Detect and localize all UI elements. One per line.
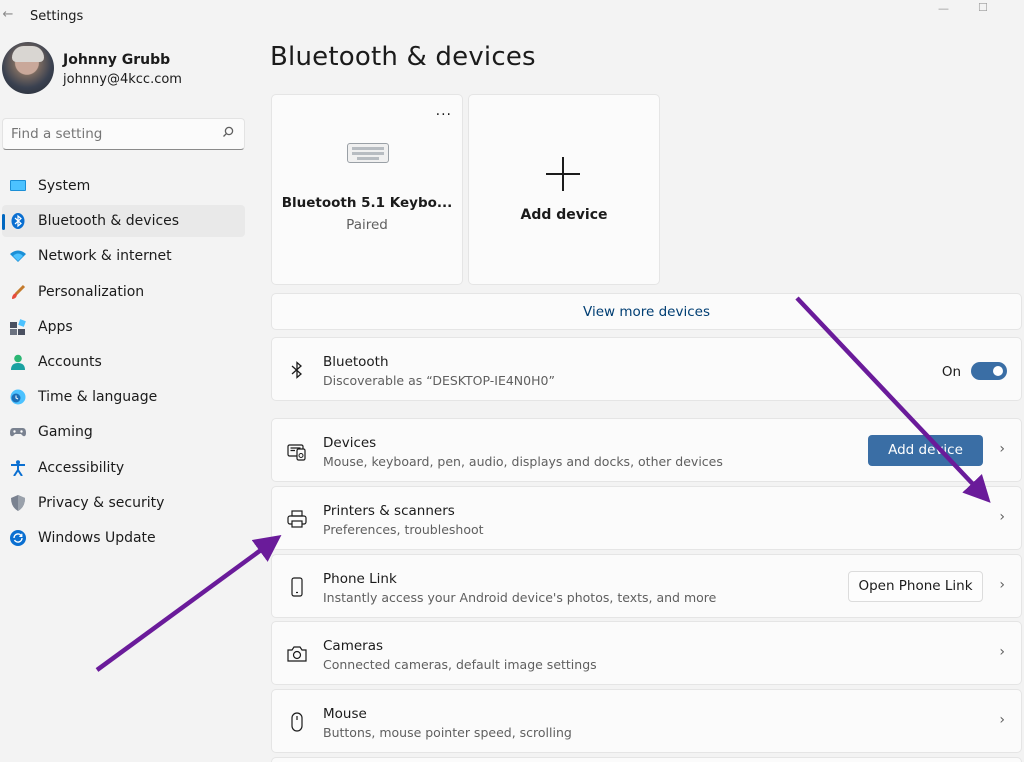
- sidebar-item-label: Time & language: [38, 389, 158, 406]
- sidebar-item-label: Network & internet: [38, 248, 172, 265]
- wifi-icon: [10, 250, 26, 263]
- chevron-right-icon[interactable]: ›: [999, 644, 1005, 660]
- sidebar-item-label: Accessibility: [38, 459, 125, 476]
- devices-title: Devices: [323, 435, 377, 451]
- bluetooth-icon: [11, 213, 25, 230]
- shield-icon: [11, 494, 25, 511]
- sidebar-item-label: Apps: [38, 318, 73, 335]
- person-icon: [11, 354, 25, 370]
- add-device-button[interactable]: Add device: [868, 435, 983, 466]
- add-device-tile[interactable]: Add device: [468, 94, 660, 285]
- bluetooth-icon: [291, 361, 302, 379]
- chevron-right-icon[interactable]: ›: [999, 712, 1005, 728]
- mouse-title: Mouse: [323, 706, 367, 722]
- sidebar-item-label: Gaming: [38, 424, 93, 441]
- plus-icon: [546, 157, 580, 191]
- search-input[interactable]: [11, 124, 211, 144]
- cameras-card[interactable]: Cameras Connected cameras, default image…: [271, 621, 1022, 685]
- sidebar-item-network[interactable]: Network & internet: [2, 240, 245, 272]
- sidebar-item-accounts[interactable]: Accounts: [2, 346, 245, 378]
- app-title: Settings: [30, 9, 84, 24]
- sidebar-item-windows-update[interactable]: Windows Update: [2, 522, 245, 554]
- mouse-icon: [291, 712, 303, 732]
- chevron-right-icon[interactable]: ›: [999, 577, 1005, 593]
- user-email: johnny@4kcc.com: [63, 72, 182, 87]
- monitor-icon: [10, 180, 26, 191]
- phone-link-subtitle: Instantly access your Android device's p…: [323, 590, 717, 605]
- device-tile-keyboard[interactable]: ... Bluetooth 5.1 Keybo... Paired: [271, 94, 463, 285]
- paintbrush-icon: [12, 284, 26, 299]
- printer-icon: [287, 510, 307, 528]
- mouse-card[interactable]: Mouse Buttons, mouse pointer speed, scro…: [271, 689, 1022, 753]
- sidebar-item-privacy[interactable]: Privacy & security: [2, 487, 245, 519]
- back-arrow-icon[interactable]: ←: [0, 7, 16, 22]
- sidebar-item-time-language[interactable]: Time & language: [2, 381, 245, 413]
- user-name: Johnny Grubb: [63, 52, 171, 68]
- arrow-to-printer-icon: [95, 535, 282, 672]
- page-title: Bluetooth & devices: [270, 42, 536, 72]
- update-icon: [10, 529, 26, 546]
- sidebar-item-label: System: [38, 178, 91, 194]
- chevron-right-icon[interactable]: ›: [999, 441, 1005, 457]
- printers-title: Printers & scanners: [323, 503, 455, 519]
- sidebar-item-accessibility[interactable]: Accessibility: [2, 452, 245, 484]
- cameras-title: Cameras: [323, 638, 384, 654]
- search-box[interactable]: [2, 118, 245, 150]
- open-phone-link-button[interactable]: Open Phone Link: [848, 571, 983, 602]
- globe-clock-icon: [10, 389, 26, 405]
- view-more-devices-button[interactable]: View more devices: [271, 293, 1022, 330]
- device-status: Paired: [346, 217, 388, 233]
- next-card-partial: [271, 757, 1022, 762]
- mouse-subtitle: Buttons, mouse pointer speed, scrolling: [323, 725, 572, 740]
- bluetooth-title: Bluetooth: [323, 354, 389, 370]
- gamepad-icon: [10, 428, 26, 437]
- printers-subtitle: Preferences, troubleshoot: [323, 522, 484, 537]
- camera-icon: [287, 646, 307, 662]
- toggle-state-label: On: [941, 364, 961, 380]
- sidebar-item-label: Windows Update: [38, 529, 156, 546]
- cameras-subtitle: Connected cameras, default image setting…: [323, 657, 597, 672]
- sidebar-item-label: Bluetooth & devices: [38, 213, 180, 230]
- avatar[interactable]: [2, 42, 54, 94]
- bluetooth-toggle[interactable]: [971, 362, 1007, 380]
- sidebar-item-bluetooth[interactable]: Bluetooth & devices: [2, 205, 245, 238]
- sidebar-item-label: Personalization: [38, 283, 145, 300]
- printers-card[interactable]: Printers & scanners Preferences, trouble…: [271, 486, 1022, 550]
- devices-card[interactable]: Devices Mouse, keyboard, pen, audio, dis…: [271, 418, 1022, 482]
- phone-link-card[interactable]: Phone Link Instantly access your Android…: [271, 554, 1022, 618]
- phone-link-title: Phone Link: [323, 571, 397, 587]
- sidebar-nav: System Bluetooth & devices Network & int…: [2, 170, 245, 557]
- sidebar-item-gaming[interactable]: Gaming: [2, 416, 245, 448]
- keyboard-speaker-icon: [287, 444, 306, 461]
- title-bar: ← Settings — ☐: [0, 0, 1024, 34]
- apps-icon: [10, 318, 26, 335]
- chevron-right-icon[interactable]: ›: [999, 509, 1005, 525]
- accessibility-icon: [11, 459, 25, 476]
- device-name: Bluetooth 5.1 Keybo...: [281, 195, 453, 211]
- minimize-icon[interactable]: —: [938, 2, 949, 15]
- sidebar-item-apps[interactable]: Apps: [2, 311, 245, 343]
- bluetooth-subtitle: Discoverable as “DESKTOP-IE4N0H0”: [323, 373, 555, 388]
- view-more-label: View more devices: [583, 304, 710, 320]
- sidebar-item-system[interactable]: System: [2, 170, 245, 202]
- keyboard-icon: [347, 143, 389, 163]
- sidebar-item-label: Accounts: [38, 353, 102, 370]
- devices-subtitle: Mouse, keyboard, pen, audio, displays an…: [323, 454, 723, 469]
- add-device-label: Add device: [520, 207, 608, 223]
- more-options-icon[interactable]: ...: [436, 103, 452, 119]
- bluetooth-card: Bluetooth Discoverable as “DESKTOP-IE4N0…: [271, 337, 1022, 401]
- sidebar-item-label: Privacy & security: [38, 494, 165, 511]
- sidebar-item-personalization[interactable]: Personalization: [2, 276, 245, 308]
- search-icon[interactable]: [222, 126, 234, 140]
- phone-icon: [291, 577, 303, 597]
- maximize-icon[interactable]: ☐: [978, 1, 988, 14]
